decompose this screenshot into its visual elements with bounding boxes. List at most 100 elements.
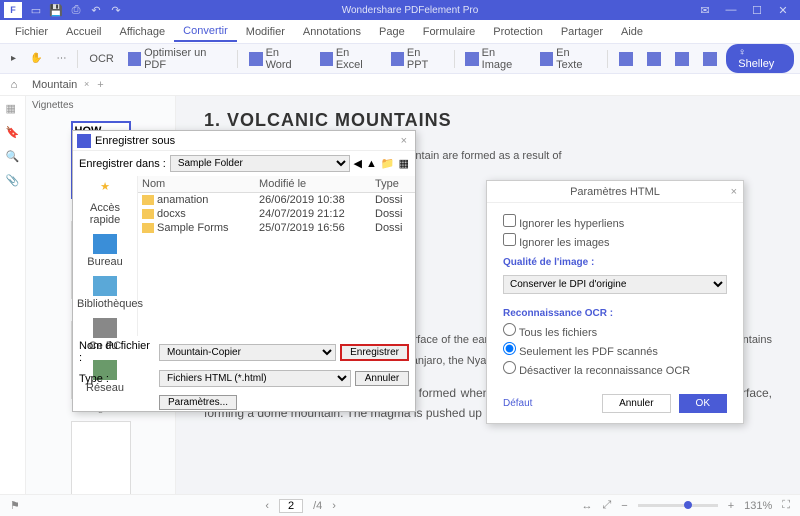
separator <box>237 50 238 68</box>
save-dialog-close[interactable]: × <box>397 135 411 147</box>
side-desktop[interactable]: Bureau <box>77 234 133 268</box>
ignore-images-checkbox[interactable] <box>503 233 516 246</box>
rail-bookmark-icon[interactable]: 🔖 <box>6 126 20 140</box>
menu-annotations[interactable]: Annotations <box>294 23 370 41</box>
col-modified[interactable]: Modifié le <box>255 176 371 193</box>
quality-select[interactable]: Conserver le DPI d'origine <box>503 275 727 294</box>
tool-excel[interactable]: En Excel <box>315 45 382 73</box>
tool-ocr[interactable]: OCR <box>84 51 118 67</box>
ocr-label: Reconnaissance OCR : <box>503 308 727 319</box>
tool-word[interactable]: En Word <box>244 45 310 73</box>
nav-view-icon[interactable]: ▦ <box>399 157 409 170</box>
menu-accueil[interactable]: Accueil <box>57 23 110 41</box>
status-flag-icon[interactable]: ⚑ <box>10 499 20 512</box>
filetype-select[interactable]: Fichiers HTML (*.html) <box>159 370 351 387</box>
fullscreen-icon[interactable]: ⛶ <box>782 499 790 512</box>
redo-icon[interactable]: ↷ <box>108 2 124 18</box>
col-name[interactable]: Nom <box>138 176 255 193</box>
default-button[interactable]: Défaut <box>503 395 548 412</box>
opt-ocr-off[interactable]: Désactiver la reconnaissance OCR <box>503 361 727 377</box>
ok-button[interactable]: OK <box>679 394 727 413</box>
tool-ppt[interactable]: En PPT <box>386 45 448 73</box>
save-button[interactable]: Enregistrer <box>340 344 409 361</box>
tool-select[interactable]: ▸ <box>6 51 21 66</box>
menu-convertir[interactable]: Convertir <box>174 22 237 42</box>
maximize-button[interactable]: ☐ <box>744 0 770 20</box>
opt-ignore-images[interactable]: Ignorer les images <box>503 233 727 249</box>
save-dialog-title: Enregistrer sous <box>95 135 175 147</box>
col-type[interactable]: Type <box>371 176 415 193</box>
ocr-all-radio[interactable] <box>503 323 516 336</box>
zoom-slider[interactable] <box>638 504 718 507</box>
params-close[interactable]: × <box>731 186 737 198</box>
tool-image[interactable]: En Image <box>460 45 531 73</box>
side-libs[interactable]: Bibliothèques <box>77 276 133 310</box>
ppt-icon <box>391 52 404 66</box>
tool-extra4[interactable] <box>698 50 722 68</box>
close-button[interactable]: ✕ <box>770 0 796 20</box>
ocr-off-radio[interactable] <box>503 361 516 374</box>
savein-select[interactable]: Sample Folder <box>170 155 350 172</box>
tool-hand[interactable]: ✋ <box>25 51 47 66</box>
rail-attach-icon[interactable]: 📎 <box>6 174 20 188</box>
tool-extra2[interactable] <box>642 50 666 68</box>
rail-search-icon[interactable]: 🔍 <box>6 150 20 164</box>
side-quick[interactable]: ★Accès rapide <box>77 180 133 226</box>
thumb-page-4[interactable] <box>71 421 131 494</box>
zoom-out-icon[interactable]: − <box>621 500 627 512</box>
opt-ignore-links[interactable]: Ignorer les hyperliens <box>503 214 727 230</box>
menu-partager[interactable]: Partager <box>552 23 612 41</box>
params-cancel-button[interactable]: Annuler <box>602 394 670 413</box>
new-tab-button[interactable]: + <box>91 79 109 91</box>
opt-ocr-scanned[interactable]: Seulement les PDF scannés <box>503 342 727 358</box>
menu-affichage[interactable]: Affichage <box>110 23 174 41</box>
nav-back-icon[interactable]: ◀ <box>354 157 362 170</box>
ocr-scanned-radio[interactable] <box>503 342 516 355</box>
ignore-links-checkbox[interactable] <box>503 214 516 227</box>
user-button[interactable]: ♀ Shelley <box>726 44 794 73</box>
menu-fichier[interactable]: Fichier <box>6 23 57 41</box>
tool-optimize[interactable]: Optimiser un PDF <box>123 45 232 73</box>
mail-icon[interactable]: ✉ <box>692 0 718 20</box>
nav-up-icon[interactable]: ▲ <box>366 158 377 170</box>
close-tab-icon[interactable]: × <box>84 79 89 89</box>
tool-extra1[interactable] <box>614 50 638 68</box>
filename-input[interactable]: Mountain-Copier <box>159 344 336 361</box>
menu-protection[interactable]: Protection <box>484 23 552 41</box>
menu-modifier[interactable]: Modifier <box>237 23 294 41</box>
minimize-button[interactable]: — <box>718 0 744 20</box>
page-input[interactable] <box>279 499 303 513</box>
fit-page-icon[interactable]: ⤢ <box>602 499 611 512</box>
status-next-icon[interactable]: › <box>332 500 336 512</box>
text-icon <box>540 52 553 66</box>
tool-more[interactable]: ⋯ <box>51 51 71 66</box>
print-icon[interactable]: ⎙ <box>68 2 84 18</box>
image-icon <box>465 52 478 66</box>
page-total: /4 <box>313 500 322 512</box>
tool-extra3[interactable] <box>670 50 694 68</box>
file-row[interactable]: docxs24/07/2019 21:12Dossi <box>138 207 415 221</box>
opt-ocr-all[interactable]: Tous les fichiers <box>503 323 727 339</box>
menu-page[interactable]: Page <box>370 23 414 41</box>
zoom-in-icon[interactable]: + <box>728 500 734 512</box>
file-row[interactable]: Sample Forms25/07/2019 16:56Dossi <box>138 221 415 235</box>
file-row[interactable]: anamation26/06/2019 10:38Dossi <box>138 193 415 208</box>
file-list[interactable]: NomModifié leType anamation26/06/2019 10… <box>137 176 415 336</box>
nav-newfolder-icon[interactable]: 📁 <box>381 157 395 170</box>
fit-width-icon[interactable]: ↔ <box>581 500 592 512</box>
params-button[interactable]: Paramètres... <box>159 395 237 410</box>
menu-aide[interactable]: Aide <box>612 23 652 41</box>
undo-icon[interactable]: ↶ <box>88 2 104 18</box>
doc-heading: 1. VOLCANIC MOUNTAINS <box>204 110 772 131</box>
cancel-button[interactable]: Annuler <box>355 371 409 386</box>
status-prev-icon[interactable]: ‹ <box>265 500 269 512</box>
tool-texte[interactable]: En Texte <box>535 45 601 73</box>
save-dialog-titlebar: Enregistrer sous × <box>73 131 415 151</box>
open-icon[interactable]: ▭ <box>28 2 44 18</box>
star-icon: ★ <box>93 180 117 200</box>
menu-formulaire[interactable]: Formulaire <box>414 23 485 41</box>
home-tab-icon[interactable]: ⌂ <box>4 79 24 91</box>
save-icon[interactable]: 💾 <box>48 2 64 18</box>
rail-thumbnails-icon[interactable]: ▦ <box>6 102 20 116</box>
tab-mountain[interactable]: Mountain× <box>24 77 91 93</box>
